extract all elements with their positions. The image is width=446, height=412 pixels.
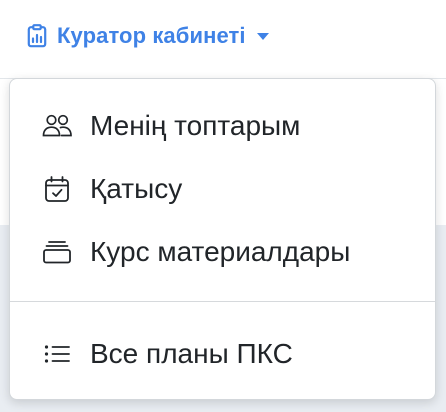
calendar-check-icon <box>40 172 74 206</box>
menu-item-label: Менің топтарым <box>90 110 301 141</box>
menu-item-all-pks-plans[interactable]: Все планы ПКС <box>40 332 293 376</box>
people-icon <box>40 109 74 143</box>
menu-divider <box>10 301 435 302</box>
list-icon <box>40 337 74 371</box>
clipboard-chart-icon <box>26 24 48 48</box>
curator-cabinet-label: Куратор кабинеті <box>57 23 246 48</box>
menu-item-label: Қатысу <box>90 173 183 204</box>
menu-item-attendance[interactable]: Қатысу <box>40 167 182 211</box>
caret-down-icon <box>256 32 269 40</box>
menu-item-label: Все планы ПКС <box>90 338 293 369</box>
collection-icon <box>40 235 74 269</box>
menu-item-course-materials[interactable]: Курс материалдары <box>40 230 350 274</box>
menu-item-label: Курс материалдары <box>90 236 351 267</box>
curator-cabinet-dropdown-toggle[interactable]: Куратор кабинеті <box>26 18 269 54</box>
menu-item-my-groups[interactable]: Менің топтарым <box>40 104 300 148</box>
curator-cabinet-dropdown-menu: Менің топтарым Қатысу Курс материалдары <box>9 78 436 400</box>
